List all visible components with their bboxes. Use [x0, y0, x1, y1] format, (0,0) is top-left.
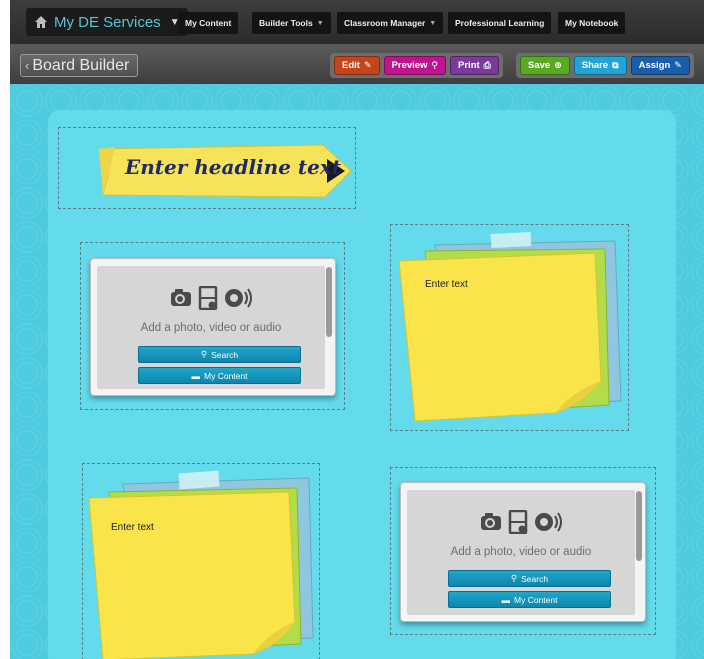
nav-tab-label: Professional Learning — [455, 18, 545, 28]
sticky-note-shape — [88, 470, 314, 659]
chevron-left-icon: ‹ — [25, 58, 30, 73]
headline-text[interactable]: Enter headline text — [125, 155, 341, 179]
scrollbar[interactable] — [636, 491, 642, 561]
share-icon: ⧉ — [612, 60, 619, 70]
note-text[interactable]: Enter text — [111, 522, 154, 533]
home-icon — [35, 16, 47, 28]
edit-actions-group: Edit ✎ Preview ⚲ Print ⎙ — [330, 53, 503, 78]
nav-tab-label: My Notebook — [565, 18, 619, 28]
media-drop-zone-2[interactable]: Add a photo, video or audio ⚲ Search ▬ M… — [390, 467, 656, 635]
save-label: Save — [528, 60, 551, 71]
headline-banner[interactable]: Enter headline text — [95, 143, 353, 198]
assign-button[interactable]: Assign ✎ — [630, 56, 690, 75]
media-drop-zone-1[interactable]: Add a photo, video or audio ⚲ Search ▬ M… — [80, 242, 345, 410]
publish-actions-group: Save ⊕ Share ⧉ Assign ✎ — [516, 53, 694, 78]
services-label: My DE Services — [54, 13, 161, 31]
print-label: Print — [458, 60, 480, 71]
folder-icon: ▬ — [191, 370, 201, 381]
search-label: Search — [211, 349, 239, 360]
search-button[interactable]: ⚲ Search — [138, 346, 301, 363]
note-drop-zone-1[interactable]: Enter text — [390, 224, 629, 431]
folder-icon: ▬ — [501, 594, 511, 605]
assign-icon: ✎ — [674, 60, 682, 70]
preview-button[interactable]: Preview ⚲ — [383, 56, 447, 75]
board-builder-back-button[interactable]: ‹ Board Builder — [20, 54, 139, 77]
media-card-body: Add a photo, video or audio ⚲ Search ▬ M… — [97, 266, 325, 389]
chevron-down-icon: ▼ — [429, 19, 437, 27]
save-icon: ⊕ — [554, 60, 562, 70]
film-icon — [198, 286, 218, 310]
camera-icon — [481, 513, 501, 530]
search-icon: ⚲ — [510, 573, 518, 583]
nav-tab-label: My Content — [185, 18, 232, 28]
audio-icon — [225, 288, 252, 308]
media-type-icons — [407, 510, 635, 534]
note-drop-zone-2[interactable]: Enter text — [82, 463, 320, 659]
print-button[interactable]: Print ⎙ — [450, 56, 499, 75]
board-canvas: Enter headline text Add a photo, video o… — [10, 84, 704, 659]
note-text[interactable]: Enter text — [425, 279, 468, 290]
search-label: Search — [521, 573, 549, 584]
sticky-note-shape — [398, 231, 622, 422]
camera-icon — [171, 289, 191, 306]
pencil-icon: ✎ — [363, 60, 372, 70]
scrollbar[interactable] — [326, 267, 332, 337]
nav-tab-professional-learning[interactable]: Professional Learning — [448, 12, 552, 34]
sticky-note-1[interactable]: Enter text — [395, 231, 627, 427]
board-builder-title: Board Builder — [32, 56, 130, 74]
edit-button[interactable]: Edit ✎ — [334, 56, 380, 75]
nav-tab-my-notebook[interactable]: My Notebook — [558, 12, 626, 34]
share-label: Share — [581, 60, 609, 71]
search-button[interactable]: ⚲ Search — [448, 570, 611, 587]
my-content-label: My Content — [514, 594, 558, 605]
search-icon: ⚲ — [200, 349, 208, 359]
save-button[interactable]: Save ⊕ — [520, 56, 570, 75]
my-content-button[interactable]: ▬ My Content — [448, 591, 611, 608]
printer-icon: ⎙ — [483, 60, 491, 70]
media-card: Add a photo, video or audio ⚲ Search ▬ M… — [400, 482, 646, 622]
media-prompt-text: Add a photo, video or audio — [140, 322, 282, 334]
edit-label: Edit — [342, 60, 360, 71]
my-content-label: My Content — [204, 370, 248, 381]
film-icon — [508, 510, 528, 534]
my-de-services-menu[interactable]: My DE Services ▼ — [26, 8, 188, 36]
media-card: Add a photo, video or audio ⚲ Search ▬ M… — [90, 258, 336, 396]
assign-label: Assign — [638, 60, 671, 71]
nav-tab-builder-tools[interactable]: Builder Tools ▼ — [252, 12, 331, 34]
magnifier-icon: ⚲ — [431, 60, 439, 70]
my-content-button[interactable]: ▬ My Content — [138, 367, 301, 384]
headline-drop-zone[interactable]: Enter headline text — [58, 127, 356, 209]
audio-icon — [535, 512, 562, 532]
preview-label: Preview — [391, 60, 428, 71]
chevron-down-icon: ▼ — [316, 19, 324, 27]
media-prompt-text: Add a photo, video or audio — [450, 546, 592, 558]
sticky-note-2[interactable]: Enter text — [83, 468, 319, 659]
top-navigation-bar: My DE Services ▼ My Content Builder Tool… — [10, 0, 704, 44]
media-card-body: Add a photo, video or audio ⚲ Search ▬ M… — [407, 490, 635, 615]
nav-tab-label: Classroom Manager — [344, 18, 426, 28]
builder-toolbar: ‹ Board Builder Edit ✎ Preview ⚲ Print ⎙… — [10, 44, 704, 84]
nav-tab-label: Builder Tools — [259, 18, 313, 28]
share-button[interactable]: Share ⧉ — [573, 56, 627, 75]
board-panel: Enter headline text Add a photo, video o… — [48, 110, 676, 659]
media-type-icons — [97, 286, 325, 310]
nav-tab-classroom-manager[interactable]: Classroom Manager ▼ — [337, 12, 444, 34]
nav-tab-my-content[interactable]: My Content — [178, 12, 239, 34]
